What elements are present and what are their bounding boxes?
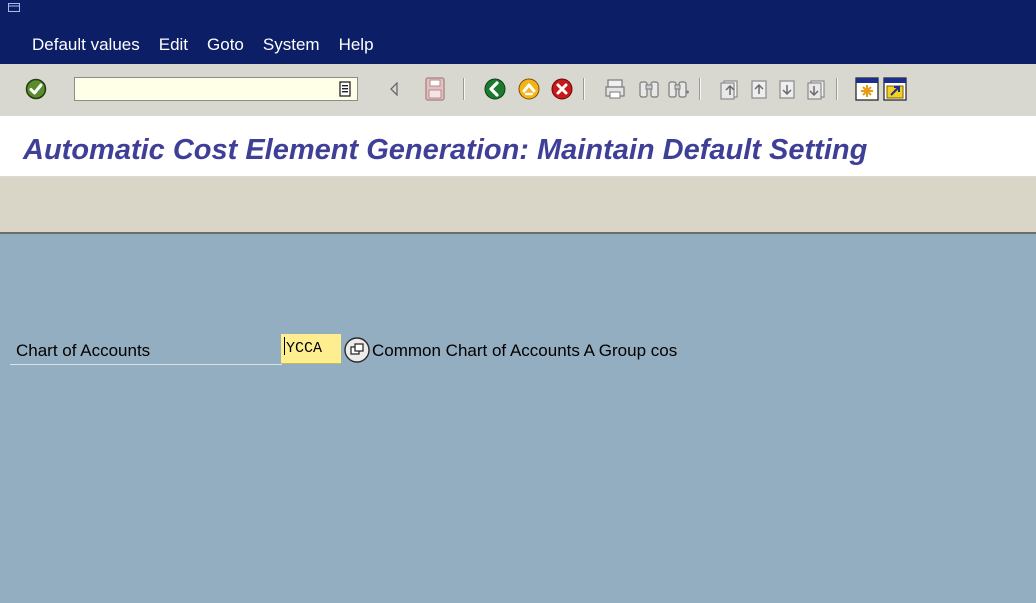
create-session-icon[interactable] [855,77,879,101]
find-icon[interactable] [637,77,661,101]
chart-of-accounts-value: YCCA [286,340,323,357]
cancel-icon[interactable] [550,77,574,101]
toolbar-separator [463,78,465,100]
back-icon[interactable] [483,77,507,101]
content-area: Chart of Accounts YCCA Common Chart of A… [0,234,1036,603]
menu-edit[interactable]: Edit [159,35,188,55]
menu-default-values[interactable]: Default values [32,35,140,55]
title-bar: Automatic Cost Element Generation: Maint… [0,116,1036,177]
sap-window: Default values Edit Goto System Help Aut… [0,0,1036,603]
label-underline [10,364,282,365]
standard-toolbar [0,64,1036,117]
last-page-icon[interactable] [804,77,828,101]
menu-goto[interactable]: Goto [207,35,244,55]
toolbar-separator [699,78,701,100]
system-menu-icon[interactable] [8,3,20,12]
print-icon[interactable] [603,77,627,101]
back-triangle-icon[interactable] [382,77,406,101]
enter-check-icon[interactable] [24,77,48,101]
application-toolbar [0,177,1036,234]
chart-of-accounts-description: Common Chart of Accounts A Group cos [372,341,678,360]
chart-of-accounts-row: Chart of Accounts YCCA Common Chart of A… [0,332,1036,370]
menu-bar: Default values Edit Goto System Help [0,0,1036,64]
first-page-icon[interactable] [717,77,741,101]
next-page-icon[interactable] [775,77,799,101]
page-title: Automatic Cost Element Generation: Maint… [23,134,868,166]
text-cursor [284,337,285,355]
possible-entries-button[interactable] [343,336,371,364]
exit-icon[interactable] [517,77,541,101]
toolbar-separator [583,78,585,100]
chart-of-accounts-label: Chart of Accounts [16,341,151,360]
shortcut-icon[interactable] [883,77,907,101]
possible-entries-icon [344,337,370,363]
menu-system[interactable]: System [263,35,320,55]
command-field[interactable] [74,77,358,101]
menu-help[interactable]: Help [339,35,374,55]
command-history-icon[interactable] [333,77,357,101]
find-next-icon[interactable] [667,77,691,101]
toolbar-separator [836,78,838,100]
previous-page-icon[interactable] [747,77,771,101]
save-icon[interactable] [423,77,447,101]
chart-of-accounts-input[interactable]: YCCA [281,334,341,364]
